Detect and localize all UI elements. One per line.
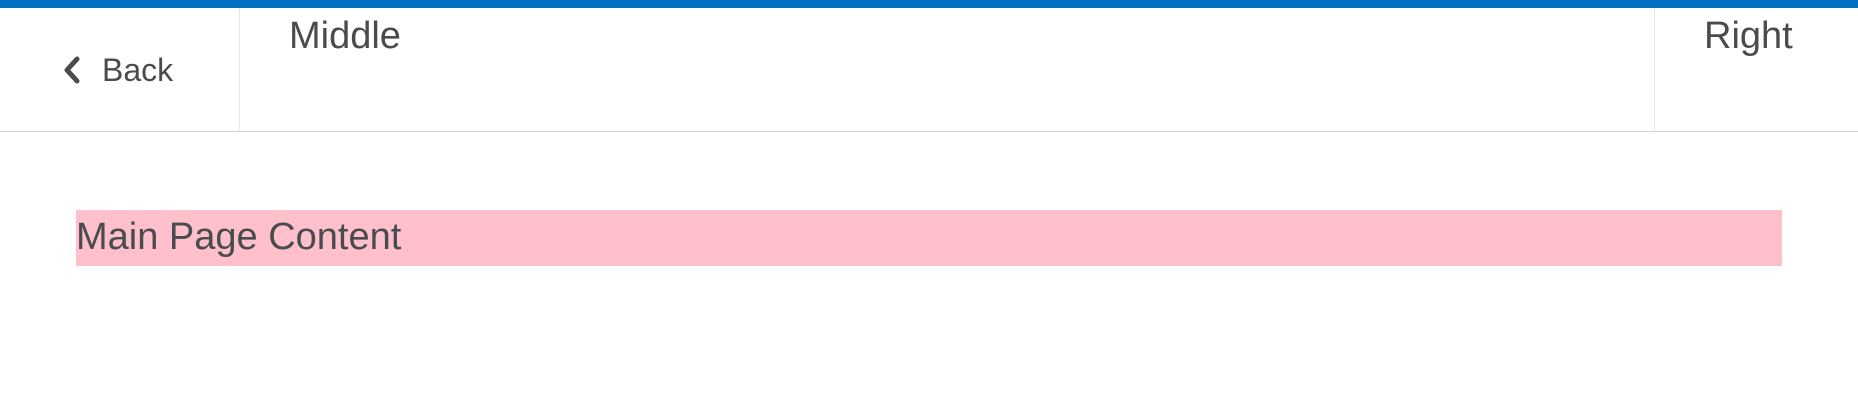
header-middle-slot: Middle [241,8,1654,131]
chevron-left-icon [62,56,82,84]
back-label: Back [102,52,174,88]
header-right-slot: Right [1654,8,1858,131]
header-left-slot: Back [0,8,240,131]
right-label: Right [1704,15,1793,57]
main-page-content: Main Page Content [76,210,1782,266]
middle-label: Middle [289,15,401,57]
page-header: Back Middle Right [0,8,1858,132]
back-button[interactable]: Back [62,50,173,90]
top-accent-bar [0,0,1858,8]
main-page-content-text: Main Page Content [76,216,402,258]
